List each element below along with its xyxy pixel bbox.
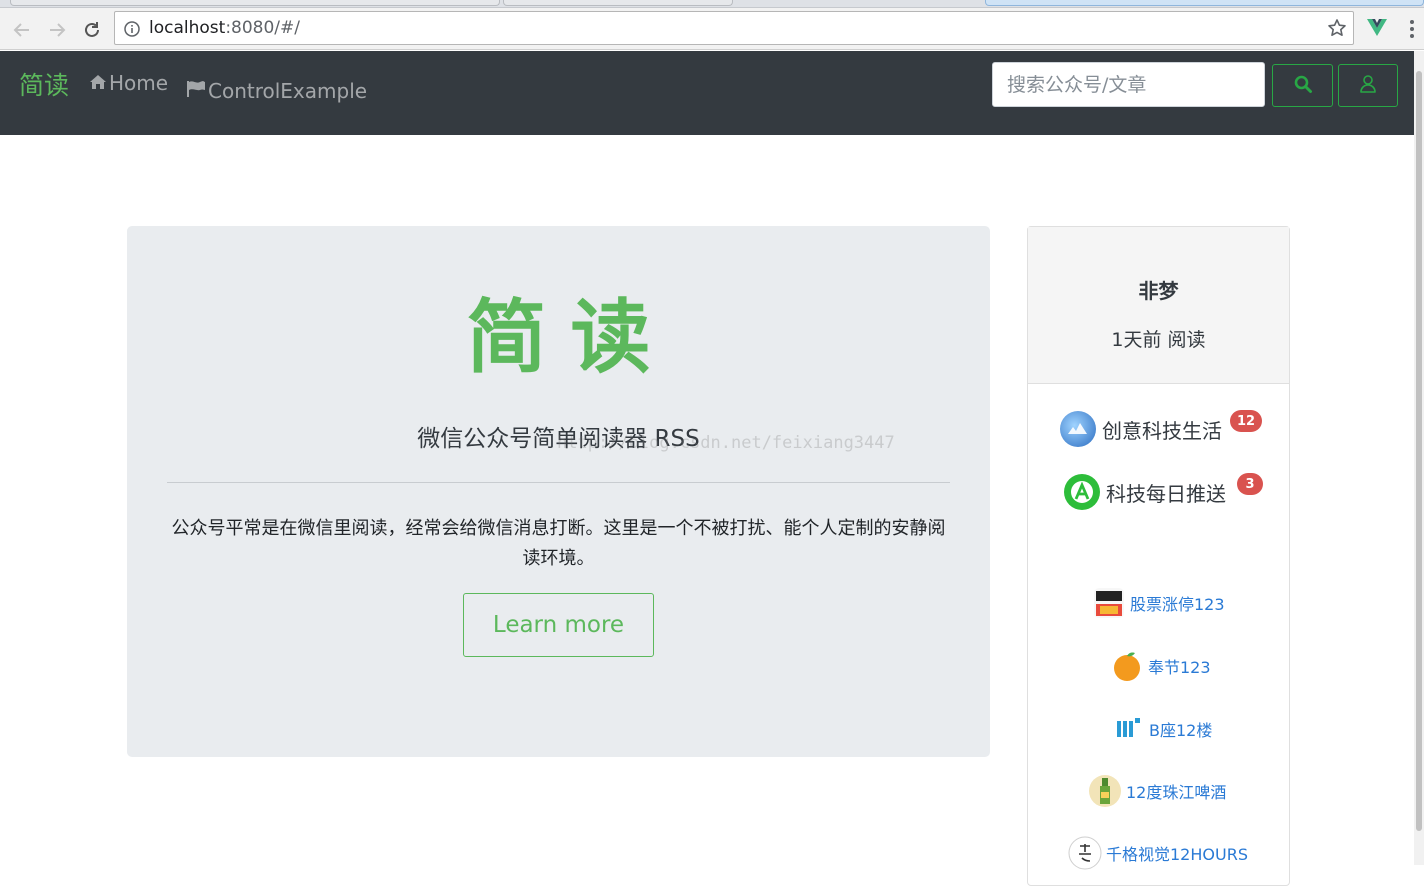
subscription-name: 科技每日推送: [1106, 481, 1226, 506]
user-icon: [1359, 74, 1377, 97]
search-icon: [1293, 74, 1313, 97]
scrollbar-thumb[interactable]: [1416, 71, 1422, 831]
beer-bottle-icon: [1088, 774, 1122, 808]
brand-logo[interactable]: 简读: [19, 66, 69, 102]
nav-link-label: ControlExample: [208, 79, 368, 103]
star-icon[interactable]: [1327, 18, 1347, 42]
unread-badge: 12: [1230, 410, 1263, 432]
subscription-item[interactable]: 科技每日推送: [1064, 474, 1226, 510]
profile-card-header: 非梦 1天前 阅读: [1028, 227, 1289, 384]
url-text: localhost:8080/#/: [149, 18, 301, 38]
hero-divider: [167, 482, 950, 483]
page-scrollbar[interactable]: [1414, 51, 1424, 865]
address-bar[interactable]: localhost:8080/#/: [114, 11, 1354, 45]
watermark-text: http://blog.csdn.net/feixiang3447: [557, 433, 895, 453]
subscription-avatar: [1060, 411, 1096, 447]
forward-icon[interactable]: [43, 16, 71, 44]
hero-description: 公众号平常是在微信里阅读，经常会给微信消息打断。这里是一个不被打扰、能个人定制的…: [171, 518, 946, 569]
search-button[interactable]: [1272, 64, 1333, 107]
recommendation-name: 奉节123: [1148, 658, 1211, 677]
hero-title: 简读: [466, 291, 675, 384]
browser-tab-strip: [0, 0, 1424, 8]
subscription-avatar: [1064, 474, 1100, 510]
nav-link-control-example[interactable]: ControlExample: [186, 79, 367, 103]
top-navbar: 简读 Home ControlExample: [0, 51, 1424, 135]
recommendation-name: 千格视觉12HOURS: [1106, 845, 1248, 864]
recommendation-name: 12度珠江啤酒: [1126, 783, 1227, 802]
flag-icon: [186, 79, 206, 103]
recommendation-item[interactable]: B座12楼: [1111, 712, 1212, 746]
recommendation-item[interactable]: 12度珠江啤酒: [1088, 774, 1226, 808]
search-input[interactable]: [992, 62, 1265, 107]
profile-name: 非梦: [1138, 279, 1179, 303]
browser-toolbar: localhost:8080/#/: [0, 8, 1424, 50]
nav-link-label: Home: [109, 71, 169, 95]
info-icon[interactable]: [124, 21, 140, 41]
vue-devtools-icon[interactable]: [1366, 16, 1388, 42]
menu-icon[interactable]: [1409, 19, 1415, 43]
subscription-item[interactable]: 创意科技生活: [1060, 411, 1222, 447]
stock-123-icon: [1092, 586, 1126, 620]
user-button[interactable]: [1338, 64, 1398, 107]
recommendation-item[interactable]: 股票涨停123: [1092, 586, 1225, 620]
profile-card: 非梦 1天前 阅读 创意科技生活 12 科技每日推送 3 股票涨停123 奉节1…: [1027, 226, 1290, 886]
recommendation-name: B座12楼: [1149, 721, 1213, 740]
profile-last-read: 1天前 阅读: [1111, 329, 1206, 351]
unread-badge: 3: [1237, 473, 1263, 495]
back-icon[interactable]: [8, 16, 36, 44]
learn-more-button[interactable]: Learn more: [463, 593, 654, 657]
orange-icon: [1110, 649, 1144, 683]
browser-tab[interactable]: [503, 0, 733, 6]
browser-tab-active[interactable]: [985, 0, 1424, 6]
b12-logo-icon: [1111, 712, 1145, 746]
recommendation-item[interactable]: 奉节123: [1110, 649, 1211, 683]
nav-link-home[interactable]: Home: [89, 71, 168, 95]
subscription-name: 创意科技生活: [1102, 418, 1222, 443]
home-icon: [89, 71, 107, 95]
browser-tab[interactable]: [10, 0, 500, 6]
reload-icon[interactable]: [78, 16, 106, 44]
recommendation-name: 股票涨停123: [1130, 595, 1225, 614]
hero-jumbotron: 简读 微信公众号简单阅读器 RSS http://blog.csdn.net/f…: [127, 226, 990, 757]
